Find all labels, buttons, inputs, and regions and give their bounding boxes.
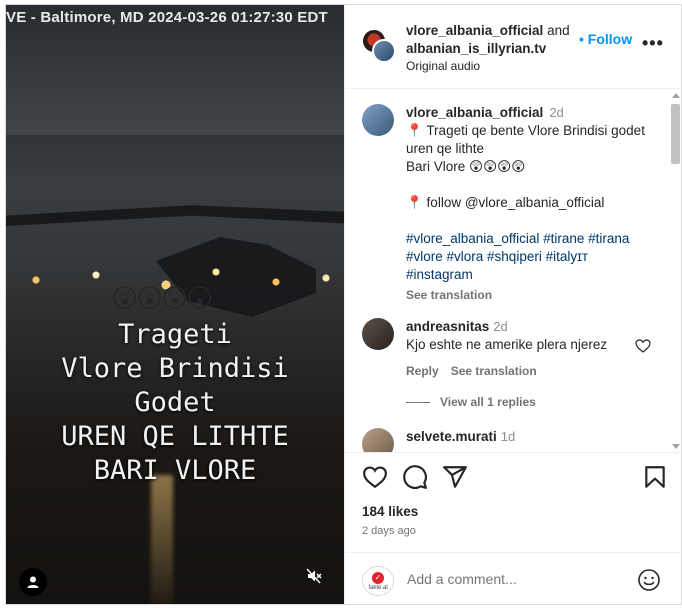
author-avatars[interactable] [362, 29, 396, 63]
coauthor-link[interactable]: albanian_is_illyrian.tv [406, 41, 546, 56]
comment-time: 2d [493, 319, 508, 334]
like-comment-heart-icon[interactable] [635, 339, 651, 353]
overlay-line: BARI VLORE [93, 455, 257, 486]
video-reflection [151, 475, 173, 604]
caption-hashtags[interactable]: #vlore #vlora #shqiperi #italyɪт [406, 248, 662, 266]
speaker-muted-icon [306, 568, 322, 584]
overlay-line: Godet [134, 387, 216, 418]
avatar [372, 39, 396, 63]
post-side-panel: vlore_albania_official and albanian_is_i… [344, 5, 681, 604]
caption-line: 📍 follow @vlore_albania_official [406, 195, 605, 210]
comment-user[interactable]: andreasnitas [406, 319, 489, 334]
comment-bubble-icon[interactable] [402, 464, 428, 490]
post-modal: VE - Baltimore, MD 2024-03-26 01:27:30 E… [5, 4, 682, 605]
caption-line: Bari Vlore 😲😲😲😲 [406, 159, 526, 174]
video-timestamp: VE - Baltimore, MD 2024-03-26 01:27:30 E… [6, 9, 328, 26]
mute-button[interactable] [303, 565, 325, 587]
comment-composer: ✓ fakte.al [345, 552, 681, 604]
caption-line: uren qe lithte [406, 141, 485, 156]
video-player[interactable]: VE - Baltimore, MD 2024-03-26 01:27:30 E… [6, 5, 344, 604]
scrollbar[interactable] [669, 90, 681, 452]
comment-body: selvete.murati 1d [406, 428, 636, 446]
comment-text: Kjo eshte ne amerike plera njerez [406, 337, 608, 352]
video-emojis: 😲😲😲😲 [111, 283, 213, 313]
viewer-avatar: ✓ fakte.al [362, 566, 394, 596]
reply-button[interactable]: Reply [406, 364, 439, 378]
follow-button[interactable]: • Follow [579, 31, 632, 47]
save-bookmark-icon[interactable] [642, 464, 668, 490]
avatar[interactable] [362, 428, 394, 452]
see-translation-link[interactable]: See translation [451, 364, 537, 378]
user-icon [27, 576, 39, 588]
author-link[interactable]: vlore_albania_official [406, 23, 543, 38]
post-header: vlore_albania_official and albanian_is_i… [345, 5, 681, 89]
caption-hashtags[interactable]: #instagram [406, 266, 662, 284]
caption-user[interactable]: vlore_albania_official [406, 105, 543, 120]
follow-label: Follow [587, 31, 633, 47]
check-icon: ✓ [372, 571, 384, 584]
view-replies-button[interactable]: View all 1 replies [406, 395, 536, 409]
like-heart-icon[interactable] [362, 464, 388, 490]
post-age: 2 days ago [362, 525, 416, 537]
action-bar: 184 likes 2 days ago [345, 452, 681, 562]
video-overlay-text: Trageti Vlore Brindisi Godet UREN QE LIT… [6, 318, 344, 488]
share-send-icon[interactable] [442, 464, 468, 490]
more-options-icon[interactable]: ••• [642, 33, 664, 54]
see-translation-link[interactable]: See translation [406, 286, 662, 304]
view-replies-label: View all 1 replies [440, 395, 536, 409]
overlay-line: Vlore Brindisi [61, 353, 289, 384]
avatar[interactable] [362, 318, 394, 350]
caption-time: 2d [549, 105, 564, 120]
comment-body: andreasnitas 2d Kjo eshte ne amerike pler… [406, 318, 636, 380]
caption-line: 📍 Trageti qe bente Vlore Brindisi godet [406, 123, 645, 138]
caption-hashtags[interactable]: #vlore_albania_official #tirane #tirana [406, 230, 662, 248]
audio-link[interactable]: Original audio [406, 59, 480, 73]
scroll-down-arrow[interactable] [672, 444, 680, 449]
and-text: and [543, 23, 570, 38]
author-names: vlore_albania_official and albanian_is_i… [406, 22, 596, 58]
overlay-line: UREN QE LITHTE [61, 421, 289, 452]
comment-input[interactable] [407, 571, 617, 587]
video-bridge [6, 205, 344, 226]
likes-count[interactable]: 184 likes [362, 504, 418, 519]
comment-time: 1d [500, 429, 516, 444]
emoji-smiley-icon[interactable] [637, 568, 661, 592]
avatar[interactable] [362, 104, 394, 136]
scroll-thumb[interactable] [671, 104, 680, 164]
comments-scroll[interactable]: vlore_albania_official 2d 📍 Trageti qe be… [345, 90, 681, 452]
overlay-line: Trageti [118, 319, 232, 350]
caption-body: vlore_albania_official 2d 📍 Trageti qe be… [406, 104, 662, 304]
tagged-users-button[interactable] [19, 568, 47, 596]
comment-user[interactable]: selvete.murati [406, 429, 497, 444]
scroll-up-arrow[interactable] [672, 93, 680, 98]
viewer-avatar-label: fakte.al [368, 584, 388, 591]
